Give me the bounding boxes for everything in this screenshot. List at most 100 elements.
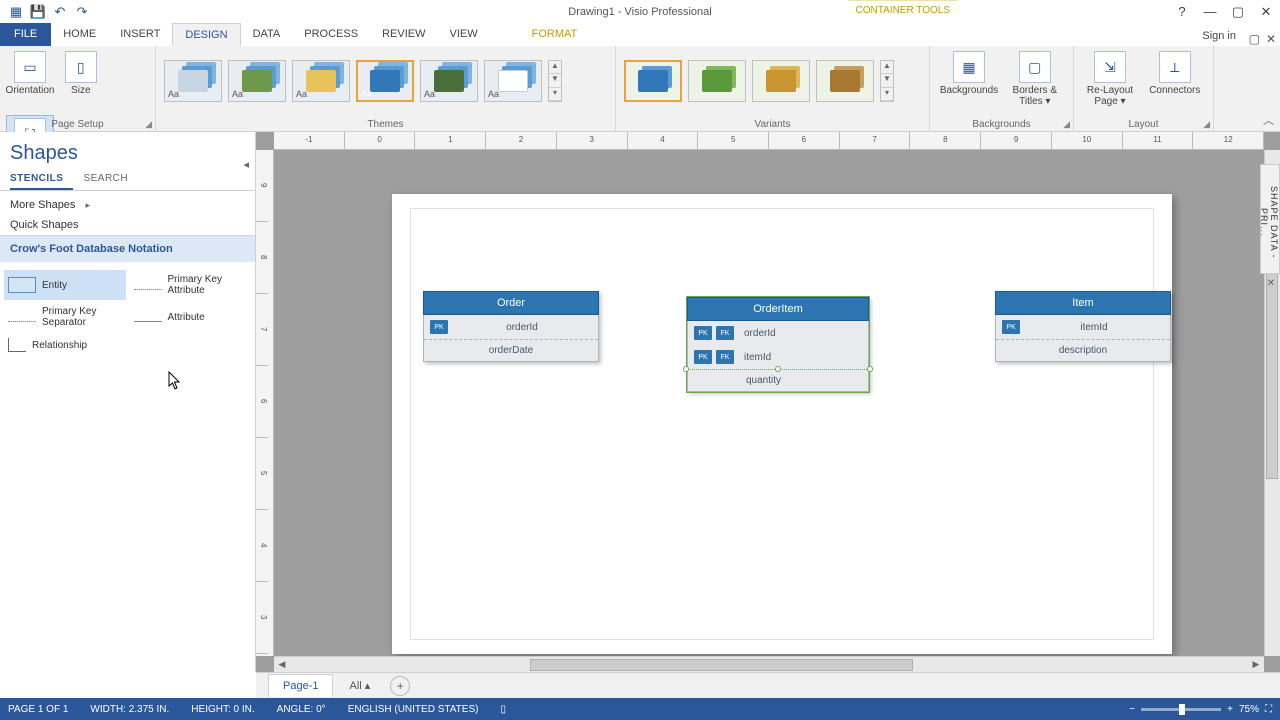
entity-attribute-row[interactable]: PK FK orderId (688, 321, 868, 345)
entity-item[interactable]: Item PK itemId description (995, 291, 1171, 362)
add-page-button[interactable]: + (390, 676, 410, 696)
layout-launcher-icon[interactable]: ◢ (1203, 119, 1210, 130)
group-label-layout: Layout (1074, 119, 1213, 130)
shape-data-pane-tab[interactable]: SHAPE DATA - PRI... (1260, 164, 1280, 274)
page-tab-all[interactable]: All ▴ (339, 674, 380, 697)
theme-swatch[interactable]: Aa (484, 60, 542, 102)
zoom-level[interactable]: 75% (1239, 704, 1259, 715)
theme-swatch[interactable]: Aa (164, 60, 222, 102)
zoom-in-button[interactable]: + (1227, 704, 1233, 715)
tab-review[interactable]: REVIEW (370, 23, 437, 46)
shape-data-close-icon[interactable]: ✕ (1264, 278, 1278, 292)
entity-header[interactable]: OrderItem (687, 297, 869, 321)
variant-swatch[interactable] (816, 60, 874, 102)
tab-format[interactable]: FORMAT (520, 23, 590, 46)
pk-badge: PK (1002, 320, 1020, 334)
save-icon[interactable]: 💾 (30, 4, 46, 20)
entity-attribute-row[interactable]: description (996, 340, 1170, 361)
pk-badge: PK (430, 320, 448, 334)
tab-home[interactable]: HOME (51, 23, 108, 46)
pk-badge: PK (694, 350, 712, 364)
group-label-backgrounds: Backgrounds (930, 119, 1073, 130)
theme-swatch[interactable]: Aa (420, 60, 478, 102)
status-page: PAGE 1 OF 1 (8, 704, 68, 715)
tab-process[interactable]: PROCESS (292, 23, 370, 46)
entity-attribute-row[interactable]: PK orderId (424, 315, 598, 340)
tab-insert[interactable]: INSERT (108, 23, 172, 46)
help-icon[interactable]: ? (1172, 4, 1192, 20)
connectors-button[interactable]: ⟂Connectors (1143, 49, 1207, 115)
horizontal-ruler: -10123456789101112 (274, 132, 1264, 150)
page-setup-launcher-icon[interactable]: ◢ (145, 119, 152, 130)
group-label-themes: Themes (156, 119, 615, 130)
entity-header[interactable]: Order (423, 291, 599, 315)
quick-shapes-link[interactable]: Quick Shapes (0, 215, 255, 235)
ribbon-display-options-icon[interactable]: ▢ (1249, 32, 1260, 46)
size-button[interactable]: ▯Size (57, 49, 105, 115)
status-language[interactable]: ENGLISH (UNITED STATES) (348, 704, 479, 715)
borders-titles-button[interactable]: ▢Borders & Titles ▾ (1005, 49, 1065, 115)
vertical-ruler: 9876543 (256, 150, 274, 656)
more-shapes-link[interactable]: More Shapes (0, 191, 255, 215)
stencil-item-pk-attribute[interactable]: Primary Key Attribute (130, 270, 252, 300)
variant-swatch[interactable] (752, 60, 810, 102)
close-icon[interactable]: ✕ (1256, 4, 1276, 20)
entity-attribute-row[interactable]: orderDate (424, 340, 598, 361)
orientation-button[interactable]: ▭Orientation (6, 49, 54, 115)
collapse-panel-icon[interactable]: ◂ (243, 158, 249, 171)
close-document-icon[interactable]: ✕ (1266, 32, 1276, 46)
tab-view[interactable]: VIEW (437, 23, 489, 46)
maximize-icon[interactable]: ▢ (1228, 4, 1248, 20)
entity-orderitem[interactable]: OrderItem PK FK orderId PK FK itemId (687, 297, 869, 392)
fk-badge: FK (716, 350, 734, 364)
relayout-page-button[interactable]: ⇲Re-Layout Page ▾ (1080, 49, 1140, 115)
collapse-ribbon-icon[interactable]: ︿ (1263, 112, 1274, 128)
search-tab[interactable]: SEARCH (83, 169, 138, 190)
canvas[interactable]: Order PK orderId orderDate (274, 150, 1264, 656)
theme-gallery-scroll[interactable]: ▲▼▾ (548, 60, 562, 102)
shapes-panel: ◂ Shapes STENCILS SEARCH More Shapes Qui… (0, 132, 256, 672)
themes-gallery[interactable]: Aa Aa Aa Aa Aa Aa ▲▼▾ (162, 49, 609, 113)
zoom-slider[interactable] (1141, 708, 1221, 711)
zoom-out-button[interactable]: − (1129, 704, 1135, 715)
horizontal-scrollbar[interactable]: ◀▶ (274, 656, 1264, 672)
backgrounds-button[interactable]: ▦Backgrounds (936, 49, 1002, 115)
theme-swatch-selected[interactable]: Aa (356, 60, 414, 102)
fit-to-window-icon[interactable]: ⛶ (1265, 704, 1272, 715)
entity-header[interactable]: Item (995, 291, 1171, 315)
title-bar: ▦ 💾 ↶ ↷ Drawing1 - Visio Professional CO… (0, 0, 1280, 23)
macro-recording-icon[interactable]: ▯ (500, 704, 506, 715)
minimize-icon[interactable]: — (1200, 4, 1220, 20)
status-height: HEIGHT: 0 IN. (191, 704, 254, 715)
entity-attribute-row[interactable]: PK itemId (996, 315, 1170, 340)
sign-in-link[interactable]: Sign in (1198, 26, 1240, 46)
variant-swatch-selected[interactable] (624, 60, 682, 102)
entity-order[interactable]: Order PK orderId orderDate (423, 291, 599, 362)
variants-gallery[interactable]: ▲▼▾ (622, 49, 923, 113)
stencil-item-pk-separator[interactable]: Primary Key Separator (4, 302, 126, 332)
document-title: Drawing1 - Visio Professional (568, 6, 711, 18)
backgrounds-launcher-icon[interactable]: ◢ (1063, 119, 1070, 130)
undo-icon[interactable]: ↶ (52, 4, 68, 20)
shapes-panel-title: Shapes (0, 132, 255, 169)
tab-data[interactable]: DATA (241, 23, 293, 46)
contextual-tab-label: CONTAINER TOOLS (848, 0, 958, 16)
drawing-page[interactable]: Order PK orderId orderDate (392, 194, 1172, 654)
stencil-header[interactable]: Crow's Foot Database Notation (0, 235, 255, 262)
group-label-page-setup: Page Setup (0, 119, 155, 130)
theme-swatch[interactable]: Aa (292, 60, 350, 102)
variant-gallery-scroll[interactable]: ▲▼▾ (880, 60, 894, 102)
variant-swatch[interactable] (688, 60, 746, 102)
redo-icon[interactable]: ↷ (74, 4, 90, 20)
entity-attribute-row[interactable]: quantity (688, 370, 868, 391)
stencils-tab[interactable]: STENCILS (10, 169, 73, 190)
stencil-item-entity[interactable]: Entity (4, 270, 126, 300)
page-tab-1[interactable]: Page-1 (268, 674, 333, 697)
theme-swatch[interactable]: Aa (228, 60, 286, 102)
ribbon-tabs: FILE HOME INSERT DESIGN DATA PROCESS REV… (0, 23, 1280, 46)
tab-design[interactable]: DESIGN (172, 23, 240, 46)
stencil-item-relationship[interactable]: Relationship (4, 334, 126, 356)
tab-file[interactable]: FILE (0, 23, 51, 46)
group-label-variants: Variants (616, 119, 929, 130)
stencil-item-attribute[interactable]: Attribute (130, 302, 252, 332)
